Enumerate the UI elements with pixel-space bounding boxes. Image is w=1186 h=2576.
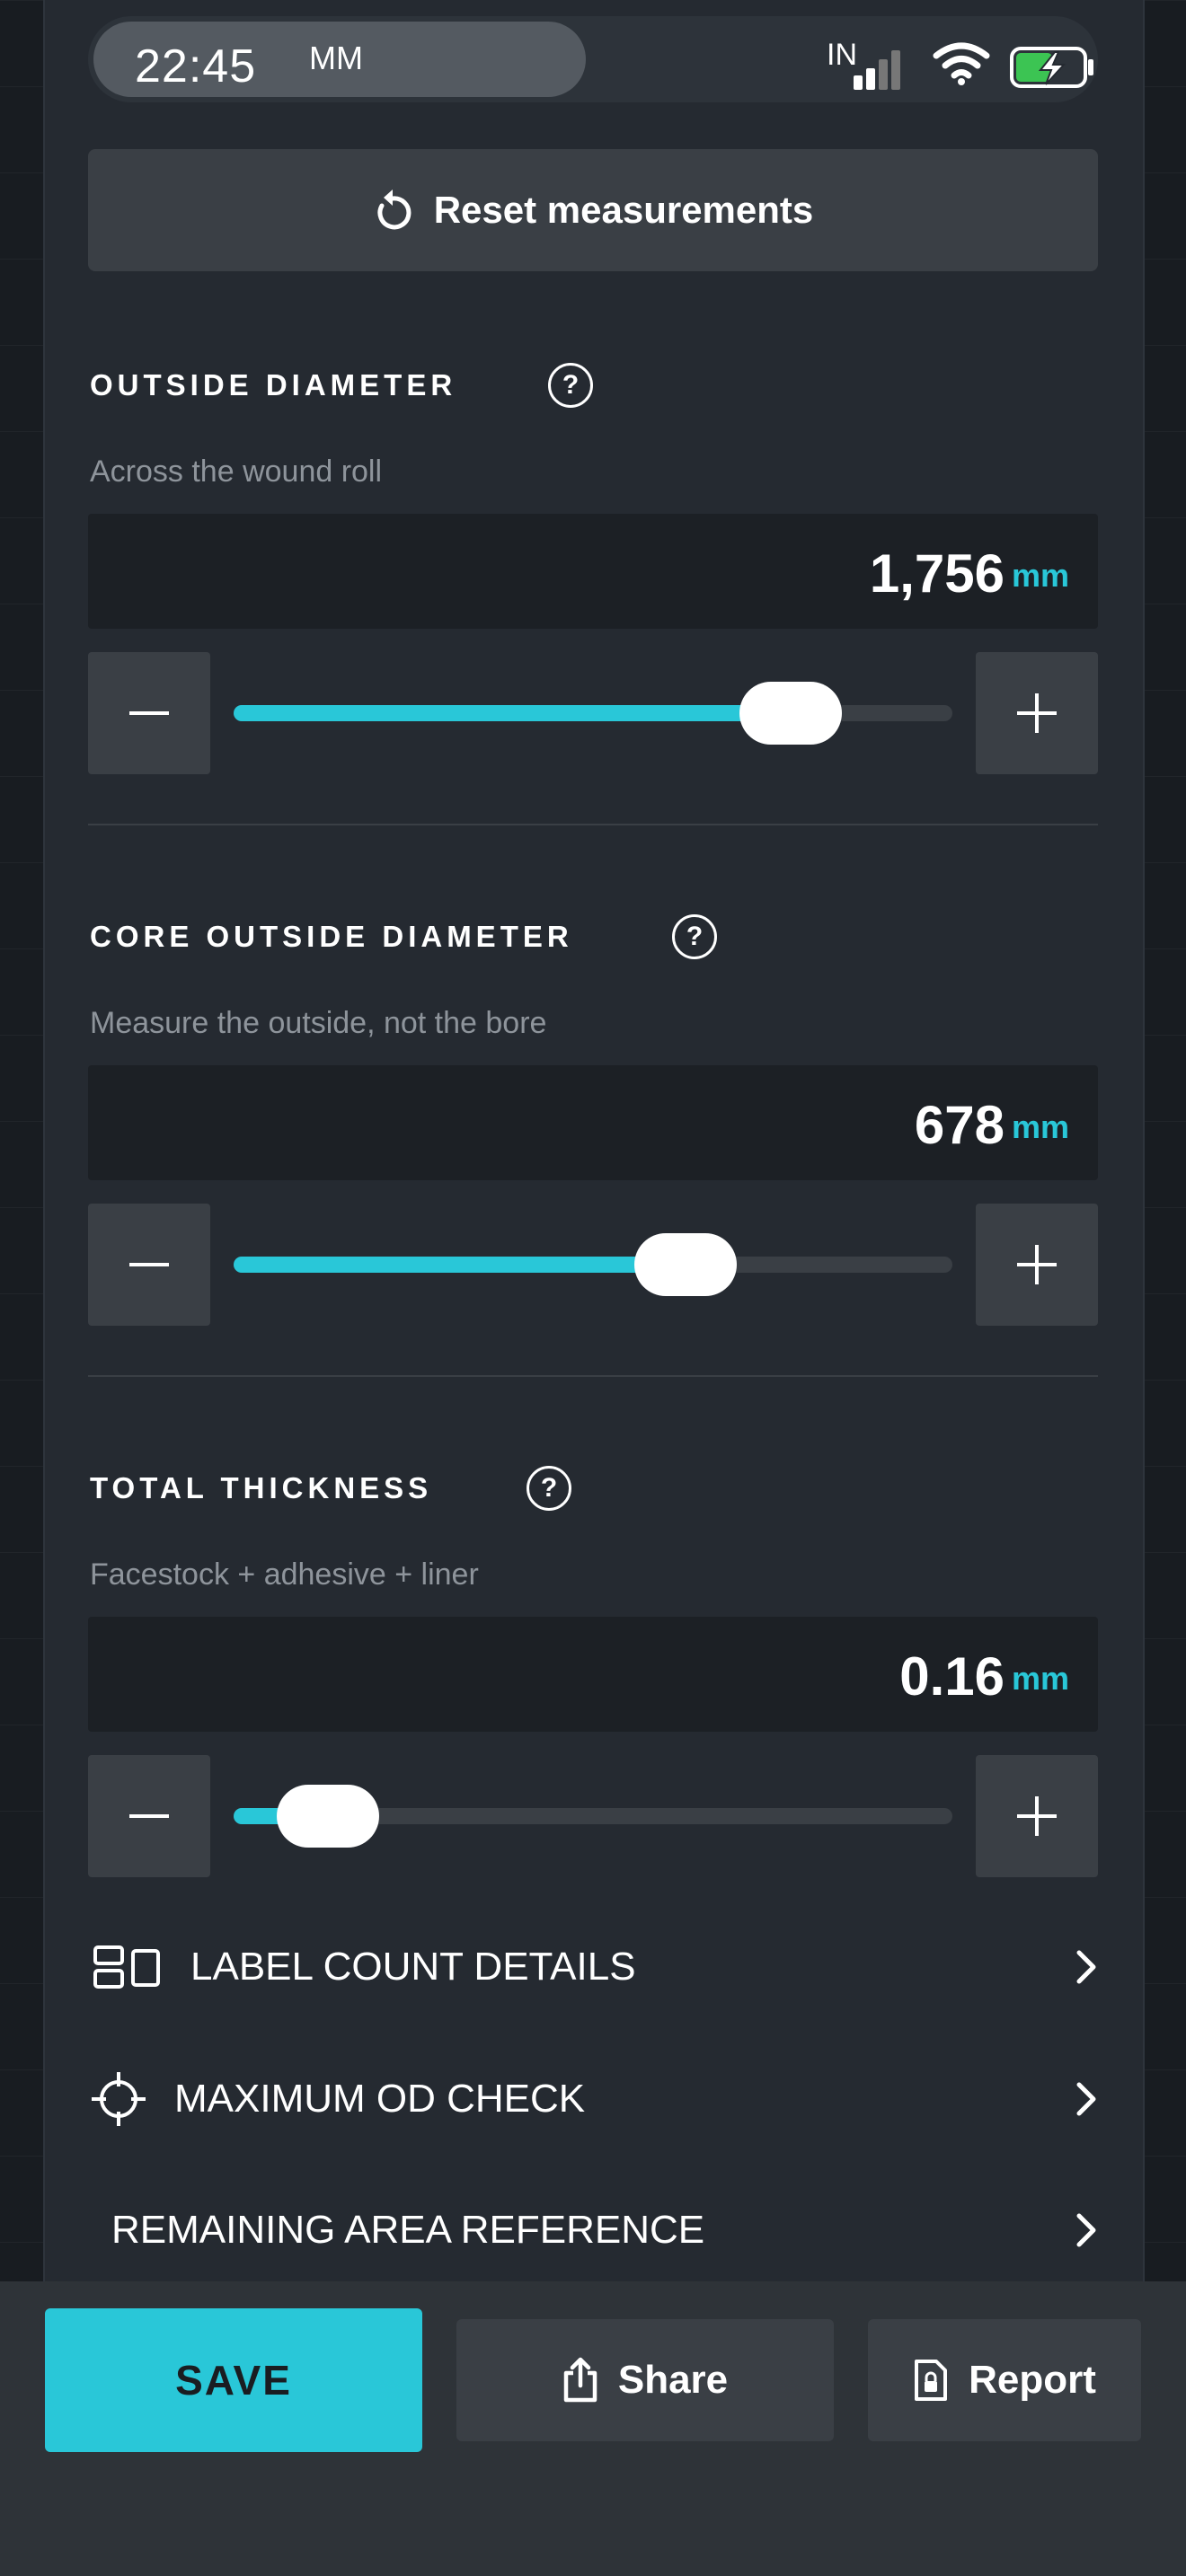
chevron-right-icon xyxy=(1076,2213,1096,2247)
reset-label: Reset measurements xyxy=(433,189,814,231)
section-divider xyxy=(88,824,1098,825)
nav-label-count-details[interactable]: LABEL COUNT DETAILS xyxy=(88,1927,1098,2007)
core-outside-diameter-value: 678 xyxy=(914,1095,1005,1155)
minus-icon xyxy=(129,1263,169,1266)
reset-icon xyxy=(377,190,412,230)
total-thickness-unit: mm xyxy=(1011,1660,1069,1697)
slider-fill xyxy=(234,705,791,721)
core-outside-diameter-input[interactable]: 678 mm xyxy=(88,1065,1098,1180)
section-title-total-thickness: TOTAL THICKNESS xyxy=(90,1471,433,1504)
total-thickness-value: 0.16 xyxy=(899,1646,1005,1707)
nav-label: REMAINING AREA REFERENCE xyxy=(111,2208,705,2252)
share-icon xyxy=(563,2357,597,2403)
wifi-icon xyxy=(933,42,990,85)
help-icon[interactable]: ? xyxy=(527,1466,571,1511)
core-outside-diameter-slider[interactable] xyxy=(234,1233,952,1296)
outside-diameter-value: 1,756 xyxy=(869,543,1005,604)
slider-thumb[interactable] xyxy=(633,1233,737,1296)
nav-remaining-area-reference[interactable]: REMAINING AREA REFERENCE xyxy=(88,2190,1098,2271)
crosshair-icon xyxy=(92,2072,146,2126)
plus-icon xyxy=(1017,1796,1057,1836)
plus-icon xyxy=(1017,1245,1057,1284)
report-label: Report xyxy=(969,2358,1096,2402)
help-icon[interactable]: ? xyxy=(672,914,717,959)
total-thickness-decrement-button[interactable] xyxy=(88,1755,210,1877)
subtitle-outside-diameter: Across the wound roll xyxy=(90,454,383,489)
nav-label: MAXIMUM OD CHECK xyxy=(174,2077,586,2121)
core-outside-diameter-unit: mm xyxy=(1011,1108,1069,1145)
subtitle-total-thickness: Facestock + adhesive + liner xyxy=(90,1557,479,1592)
core-outside-diameter-decrement-button[interactable] xyxy=(88,1204,210,1326)
battery-icon xyxy=(1010,47,1093,88)
total-thickness-input[interactable]: 0.16 mm xyxy=(88,1617,1098,1732)
report-button[interactable]: Report xyxy=(868,2319,1141,2441)
status-carrier: MM xyxy=(309,40,363,76)
slider-thumb[interactable] xyxy=(277,1785,380,1848)
label-grid-icon xyxy=(93,1945,160,1989)
reset-measurements-button[interactable]: Reset measurements xyxy=(88,149,1098,271)
share-button[interactable]: Share xyxy=(456,2319,834,2441)
section-title-core-outside-diameter: CORE OUTSIDE DIAMETER xyxy=(90,920,573,953)
chevron-right-icon xyxy=(1076,1950,1096,1984)
outside-diameter-slider[interactable] xyxy=(234,682,952,745)
slider-thumb[interactable] xyxy=(739,682,842,745)
status-time: 22:45 xyxy=(135,40,257,93)
section-divider xyxy=(88,1375,1098,1377)
outside-diameter-input[interactable]: 1,756 mm xyxy=(88,514,1098,629)
minus-icon xyxy=(129,1814,169,1818)
subtitle-core-outside-diameter: Measure the outside, not the bore xyxy=(90,1006,547,1040)
plus-icon xyxy=(1017,693,1057,733)
total-thickness-increment-button[interactable] xyxy=(976,1755,1098,1877)
nav-label: LABEL COUNT DETAILS xyxy=(190,1945,636,1989)
total-thickness-slider[interactable] xyxy=(234,1785,952,1848)
signal-icon xyxy=(854,50,900,90)
section-title-outside-diameter: OUTSIDE DIAMETER xyxy=(90,368,457,401)
chevron-right-icon xyxy=(1076,2082,1096,2116)
outside-diameter-unit: mm xyxy=(1011,557,1069,594)
share-label: Share xyxy=(617,2358,729,2402)
save-label: SAVE xyxy=(175,2357,292,2404)
save-button[interactable]: SAVE xyxy=(45,2308,422,2452)
core-outside-diameter-increment-button[interactable] xyxy=(976,1204,1098,1326)
outside-diameter-decrement-button[interactable] xyxy=(88,652,210,774)
help-icon[interactable]: ? xyxy=(548,363,593,408)
report-lock-icon xyxy=(915,2360,948,2401)
slider-fill xyxy=(234,1257,686,1273)
nav-maximum-od-check[interactable]: MAXIMUM OD CHECK xyxy=(88,2059,1098,2139)
minus-icon xyxy=(129,711,169,715)
outside-diameter-increment-button[interactable] xyxy=(976,652,1098,774)
